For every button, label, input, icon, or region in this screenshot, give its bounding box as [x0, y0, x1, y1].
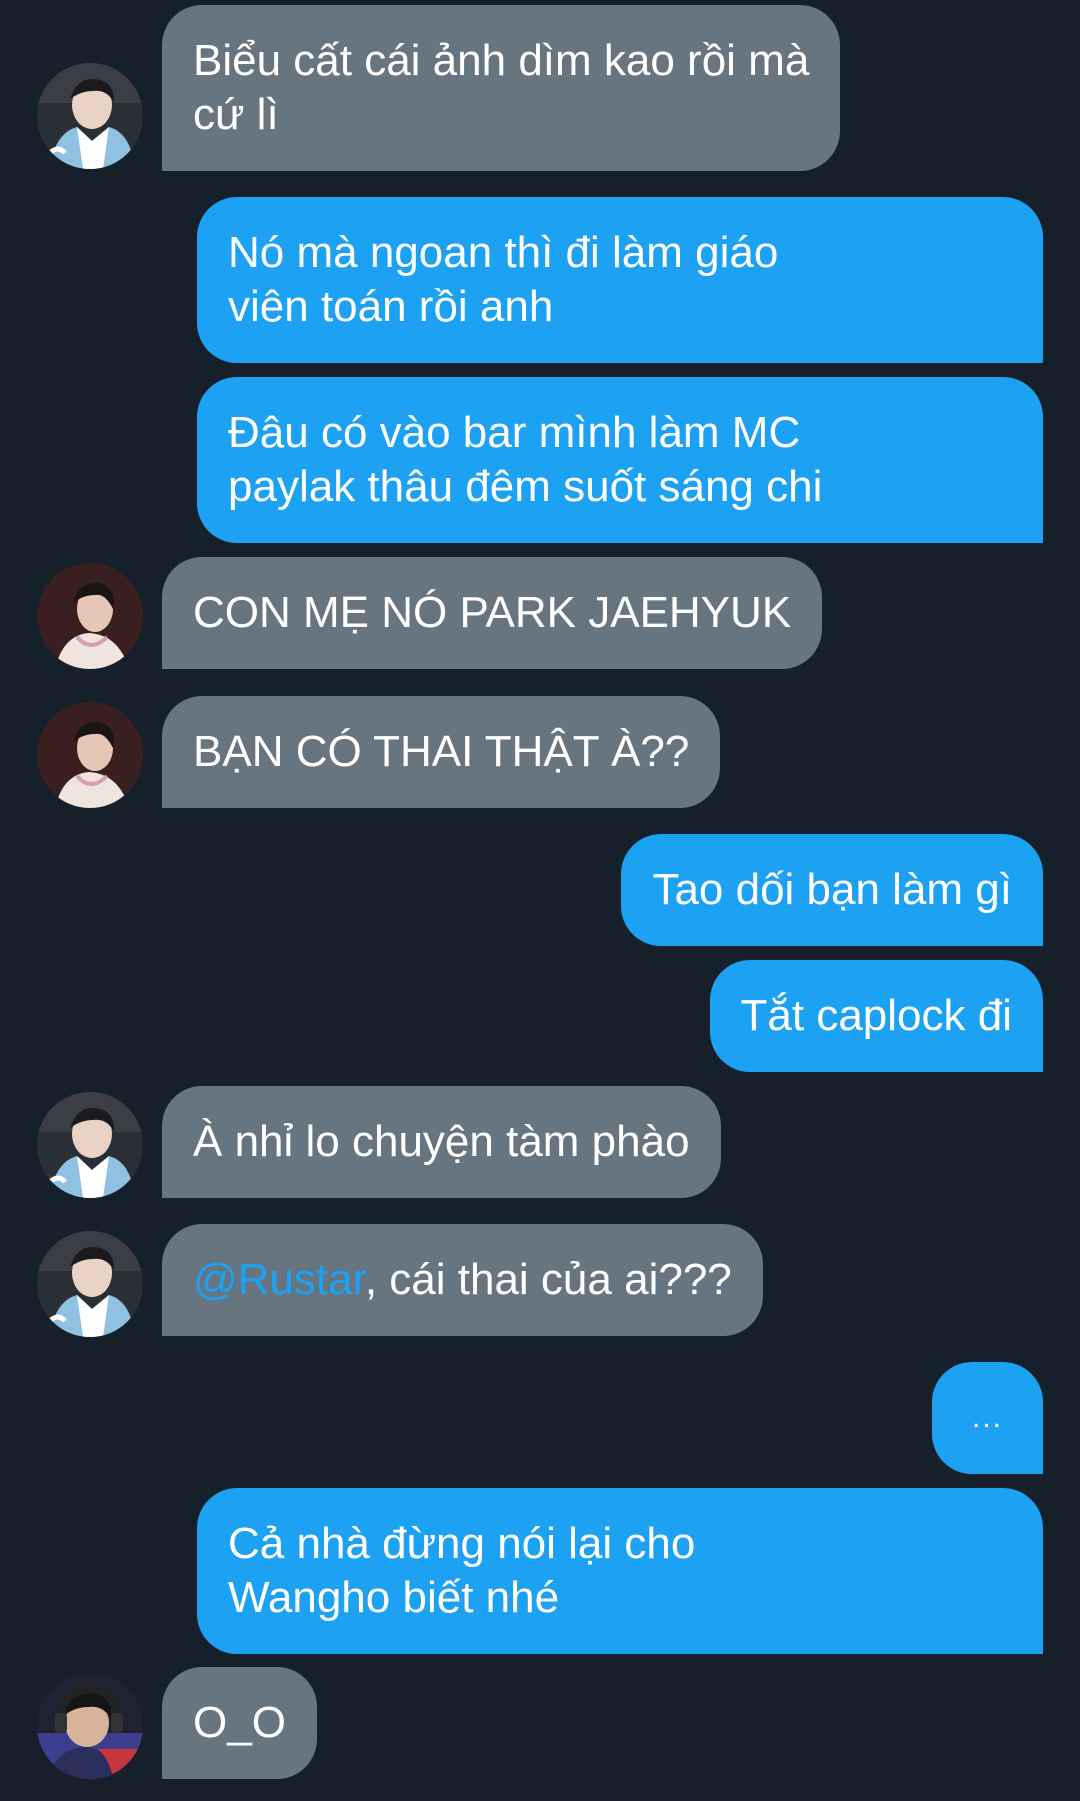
outgoing-message-bubble[interactable]: Tắt caplock đi — [709, 960, 1043, 1072]
incoming-message-bubble[interactable]: Biểu cất cái ảnh dìm kao rồi mà cứ lì — [162, 5, 841, 171]
avatar-profile-dark-icon[interactable] — [37, 702, 143, 808]
message-text-line: Biểu cất cái ảnh dìm kao rồi mà — [193, 36, 810, 85]
message-text: , cái thai của ai??? — [364, 1255, 732, 1304]
avatar-hanbok-blue-icon[interactable] — [37, 63, 143, 169]
outgoing-message-bubble[interactable]: ... — [931, 1362, 1043, 1474]
message-text-line: BẠN CÓ THAI THẬT À?? — [193, 727, 690, 776]
message-text-line: paylak thâu đêm suốt sáng chi — [228, 462, 823, 511]
avatar-profile-dark-icon[interactable] — [37, 563, 143, 669]
message-text-line: Tắt caplock đi — [740, 991, 1012, 1040]
message-text-line: À nhỉ lo chuyện tàm phào — [193, 1117, 690, 1166]
incoming-message-bubble[interactable]: BẠN CÓ THAI THẬT À?? — [162, 696, 721, 808]
message-text-line: Nó mà ngoan thì đi làm giáo — [228, 228, 779, 277]
outgoing-message-bubble[interactable]: Đâu có vào bar mình làm MC paylak thâu đ… — [197, 377, 1043, 543]
outgoing-message-bubble[interactable]: Nó mà ngoan thì đi làm giáo viên toán rồ… — [197, 197, 1043, 363]
message-text-line: @Rustar, cái thai của ai??? — [193, 1253, 732, 1307]
message-text-line: Tao dối bạn làm gì — [652, 865, 1012, 914]
mention-link[interactable]: @Rustar — [193, 1255, 365, 1304]
incoming-message-bubble[interactable]: O_O — [162, 1667, 317, 1779]
outgoing-message-bubble[interactable]: Cả nhà đừng nói lại cho Wangho biết nhé — [197, 1488, 1043, 1654]
message-text-line: Cả nhà đừng nói lại cho — [228, 1519, 696, 1568]
message-text-line: O_O — [193, 1698, 286, 1747]
avatar-headset-gamer-icon[interactable] — [37, 1673, 143, 1779]
message-text-line: Đâu có vào bar mình làm MC — [228, 408, 801, 457]
message-text-line: viên toán rồi anh — [228, 282, 554, 331]
incoming-message-bubble[interactable]: À nhỉ lo chuyện tàm phào — [162, 1086, 721, 1198]
message-text-line: CON MẸ NÓ PARK JAEHYUK — [193, 588, 792, 637]
outgoing-message-bubble[interactable]: Tao dối bạn làm gì — [621, 834, 1043, 946]
incoming-message-bubble[interactable]: CON MẸ NÓ PARK JAEHYUK — [162, 557, 823, 669]
avatar-hanbok-blue-icon[interactable] — [37, 1092, 143, 1198]
message-text-line: cứ lì — [193, 90, 279, 139]
incoming-message-bubble[interactable]: @Rustar, cái thai của ai??? — [162, 1224, 763, 1336]
message-thread: Biểu cất cái ảnh dìm kao rồi mà cứ lì Nó… — [0, 0, 1080, 1801]
avatar-hanbok-blue-icon[interactable] — [37, 1231, 143, 1337]
message-text-line: ... — [971, 1401, 1003, 1434]
message-text-line: Wangho biết nhé — [228, 1573, 560, 1622]
